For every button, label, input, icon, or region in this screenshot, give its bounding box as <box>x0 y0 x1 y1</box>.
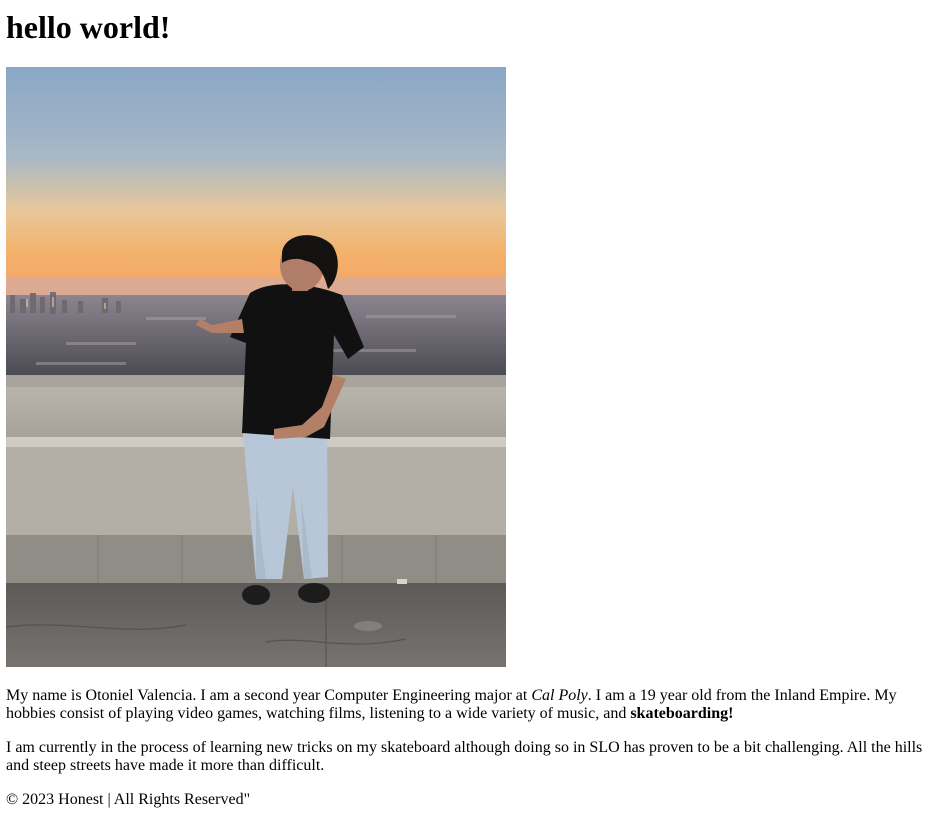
profile-photo <box>6 67 506 667</box>
footer-copyright: © 2023 Honest | All Rights Reserved" <box>6 791 251 808</box>
page-title: hello world! <box>6 9 171 45</box>
profile-photo-image <box>6 67 506 667</box>
intro-paragraph: My name is Otoniel Valencia. I am a seco… <box>6 687 936 723</box>
hobby-emphasis: skateboarding! <box>630 705 734 722</box>
intro-text-part1: My name is Otoniel Valencia. I am a seco… <box>6 687 532 704</box>
school-name: Cal Poly <box>531 687 588 704</box>
page-content: hello world! My name is Otoniel Valencia… <box>6 0 936 809</box>
skateboarding-paragraph: I am currently in the process of learnin… <box>6 739 923 774</box>
